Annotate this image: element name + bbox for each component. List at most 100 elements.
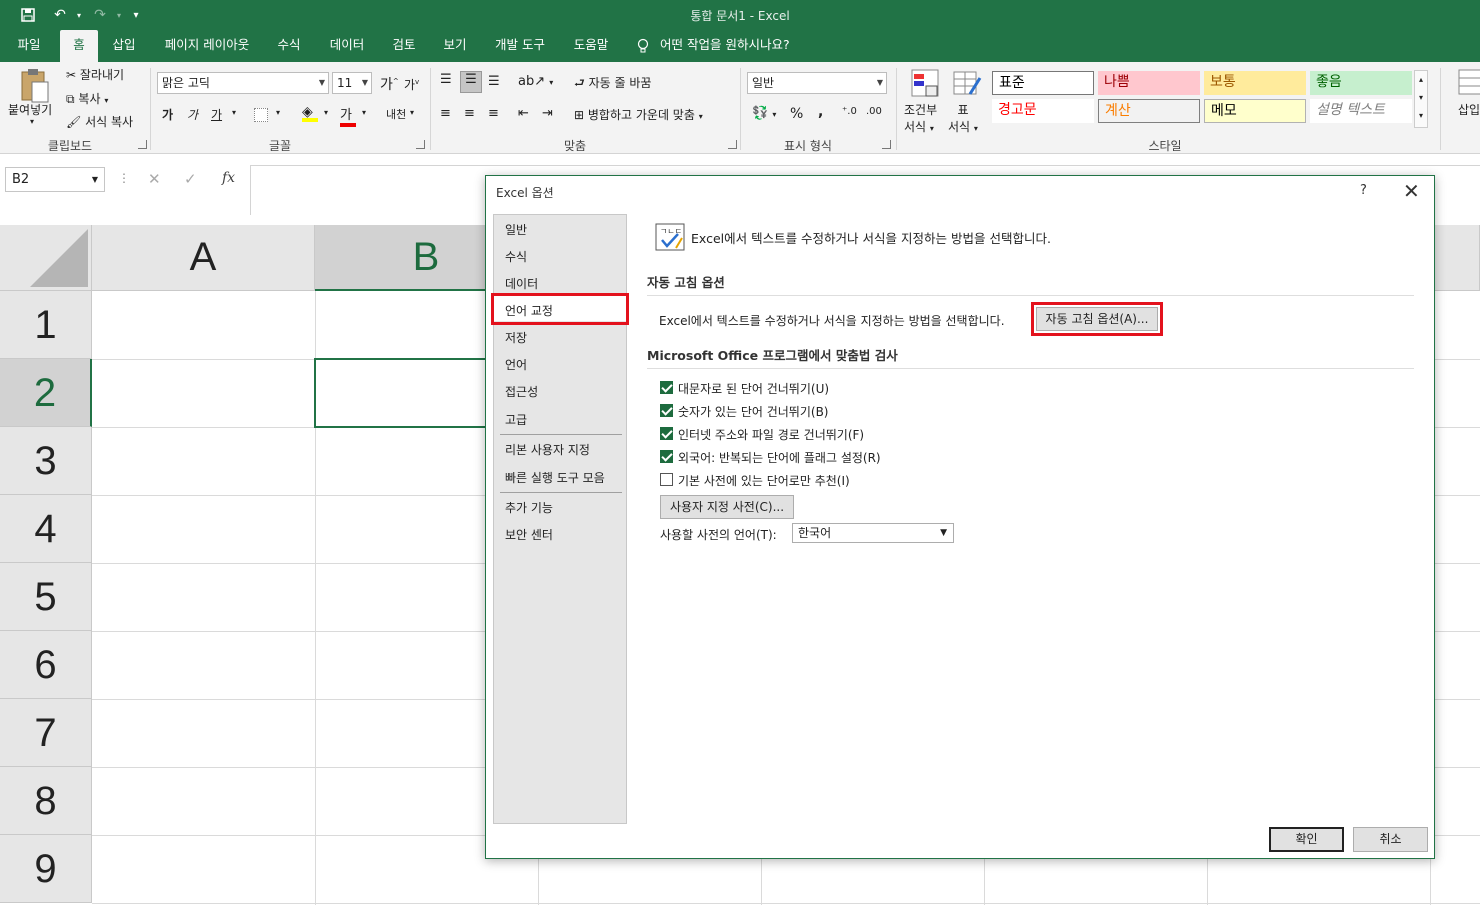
nav-item-general[interactable]: 일반 [505,221,527,238]
clipboard-launcher-icon[interactable] [138,140,147,149]
nav-item-addins[interactable]: 추가 기능 [505,499,553,516]
row-header-8[interactable]: 8 [0,767,92,835]
alignment-launcher-icon[interactable] [728,140,737,149]
style-bad[interactable]: 나쁨 [1098,71,1200,95]
font-color-icon[interactable]: 가 [340,104,356,127]
row-header-6[interactable]: 6 [0,631,92,699]
tab-view[interactable]: 보기 [432,30,478,62]
nav-item-language[interactable]: 언어 [505,356,527,373]
row-header-9[interactable]: 9 [0,835,92,903]
fill-color-dropdown-icon[interactable]: ▾ [324,108,328,117]
column-header-a[interactable]: A [92,225,315,291]
number-launcher-icon[interactable] [882,140,891,149]
ok-button[interactable]: 확인 [1269,827,1344,852]
paste-icon[interactable] [18,68,52,104]
tab-insert[interactable]: 삽입 [102,30,146,62]
name-box[interactable]: B2 ▼ [5,167,105,192]
font-name-combo[interactable]: 맑은 고딕 ▼ [157,72,329,94]
style-normal[interactable]: 표준 [992,71,1094,95]
skip-uppercase-checkbox[interactable] [660,381,673,394]
paste-dropdown-icon[interactable]: ▾ [30,117,34,126]
row-header-7[interactable]: 7 [0,699,92,767]
tab-file[interactable]: 파일 [6,30,52,62]
nav-item-save[interactable]: 저장 [505,329,527,346]
custom-dictionaries-button[interactable]: 사용자 지정 사전(C)... [660,495,794,519]
grow-font-icon[interactable]: 가^ [380,74,399,94]
style-explanatory[interactable]: 설명 텍스트 [1310,99,1412,123]
align-right-icon[interactable]: ≡ [488,106,499,121]
top-align-icon[interactable]: ☰ [440,72,452,87]
nav-item-advanced[interactable]: 고급 [505,411,527,428]
italic-button[interactable]: 가 [187,106,198,123]
flag-repeated-checkbox[interactable] [660,450,673,463]
skip-urls-checkbox[interactable] [660,427,673,440]
underline-button[interactable]: 가 [211,106,222,123]
increase-indent-icon[interactable]: ⇥ [542,106,553,121]
style-neutral[interactable]: 보통 [1204,71,1306,95]
font-color-dropdown-icon[interactable]: ▾ [362,108,366,117]
row-header-4[interactable]: 4 [0,495,92,563]
cancel-button[interactable]: 취소 [1353,827,1428,852]
decrease-indent-icon[interactable]: ⇤ [518,106,529,121]
border-icon[interactable] [254,108,268,122]
orientation-icon[interactable]: ab↗ ▾ [518,74,553,89]
tab-page-layout[interactable]: 페이지 레이아웃 [154,30,260,62]
format-table-button[interactable]: 표 서식 ▾ [948,101,978,135]
insert-cells-button[interactable]: 삽입 [1458,101,1480,118]
copy-button[interactable]: ⧉ 복사 ▾ [66,90,108,107]
nav-item-customize-ribbon[interactable]: 리본 사용자 지정 [505,441,590,458]
phonetic-dropdown-icon[interactable]: ▾ [410,108,414,117]
row-header-2[interactable]: 2 [0,359,92,427]
row-header-5[interactable]: 5 [0,563,92,631]
nav-item-quick-access[interactable]: 빠른 실행 도구 모음 [505,469,605,486]
style-note[interactable]: 메모 [1204,99,1306,123]
font-launcher-icon[interactable] [416,140,425,149]
format-painter-button[interactable]: 🖌 서식 복사 [66,113,133,130]
enter-formula-icon[interactable]: ✓ [184,170,197,188]
align-left-icon[interactable]: ≡ [440,106,451,121]
style-good[interactable]: 좋음 [1310,71,1412,95]
phonetic-icon[interactable]: 내천 [386,106,406,122]
close-icon[interactable]: ✕ [1403,179,1420,203]
nav-item-data[interactable]: 데이터 [505,275,538,292]
tab-developer[interactable]: 개발 도구 [486,30,554,62]
shrink-font-icon[interactable]: 가v [404,76,419,93]
conditional-format-button[interactable]: 조건부 서식 ▾ [904,101,937,135]
row-header-3[interactable]: 3 [0,427,92,495]
currency-icon[interactable]: 💱 ▾ [752,106,776,121]
underline-dropdown-icon[interactable]: ▾ [232,108,236,117]
tab-help[interactable]: 도움말 [564,30,618,62]
align-center-icon[interactable]: ≡ [464,106,475,121]
middle-align-icon[interactable]: ☰ [460,71,482,93]
border-dropdown-icon[interactable]: ▾ [276,108,280,117]
nav-item-accessibility[interactable]: 접근성 [505,383,538,400]
styles-gallery-scroll[interactable]: ▴ ▾ ▾ [1414,70,1428,128]
merge-center-button[interactable]: ⊞ 병합하고 가운데 맞춤 ▾ [574,106,703,123]
paste-button-label[interactable]: 붙여넣기 [8,101,52,118]
fill-color-icon[interactable]: ◈ [302,104,318,122]
skip-numbers-checkbox[interactable] [660,404,673,417]
bold-button[interactable]: 가 [162,106,173,123]
cancel-formula-icon[interactable]: ✕ [148,170,161,188]
select-all-corner[interactable] [0,225,92,291]
percent-button[interactable]: % [790,106,803,122]
style-warning[interactable]: 경고문 [992,99,1094,123]
main-dict-only-checkbox[interactable] [660,473,673,486]
cut-button[interactable]: ✂ 잘라내기 [66,66,124,83]
tab-data[interactable]: 데이터 [318,30,376,62]
nav-item-trust-center[interactable]: 보안 센터 [505,526,553,543]
dict-language-select[interactable]: 한국어 ▼ [792,523,954,543]
wrap-text-button[interactable]: ⮐ 자동 줄 바꿈 [574,74,651,95]
increase-decimal-icon[interactable]: ⁺.0 [842,106,857,117]
tab-home[interactable]: 홈 [60,30,98,62]
decrease-decimal-icon[interactable]: .00 [866,106,882,117]
nav-item-formulas[interactable]: 수식 [505,248,527,265]
style-calculation[interactable]: 계산 [1098,99,1200,123]
number-format-combo[interactable]: 일반 ▼ [747,72,887,94]
help-icon[interactable]: ? [1360,183,1367,198]
tab-review[interactable]: 검토 [382,30,426,62]
row-header-1[interactable]: 1 [0,291,92,359]
comma-button[interactable]: , [818,104,823,120]
font-size-combo[interactable]: 11 ▼ [332,72,372,94]
tab-formulas[interactable]: 수식 [266,30,312,62]
